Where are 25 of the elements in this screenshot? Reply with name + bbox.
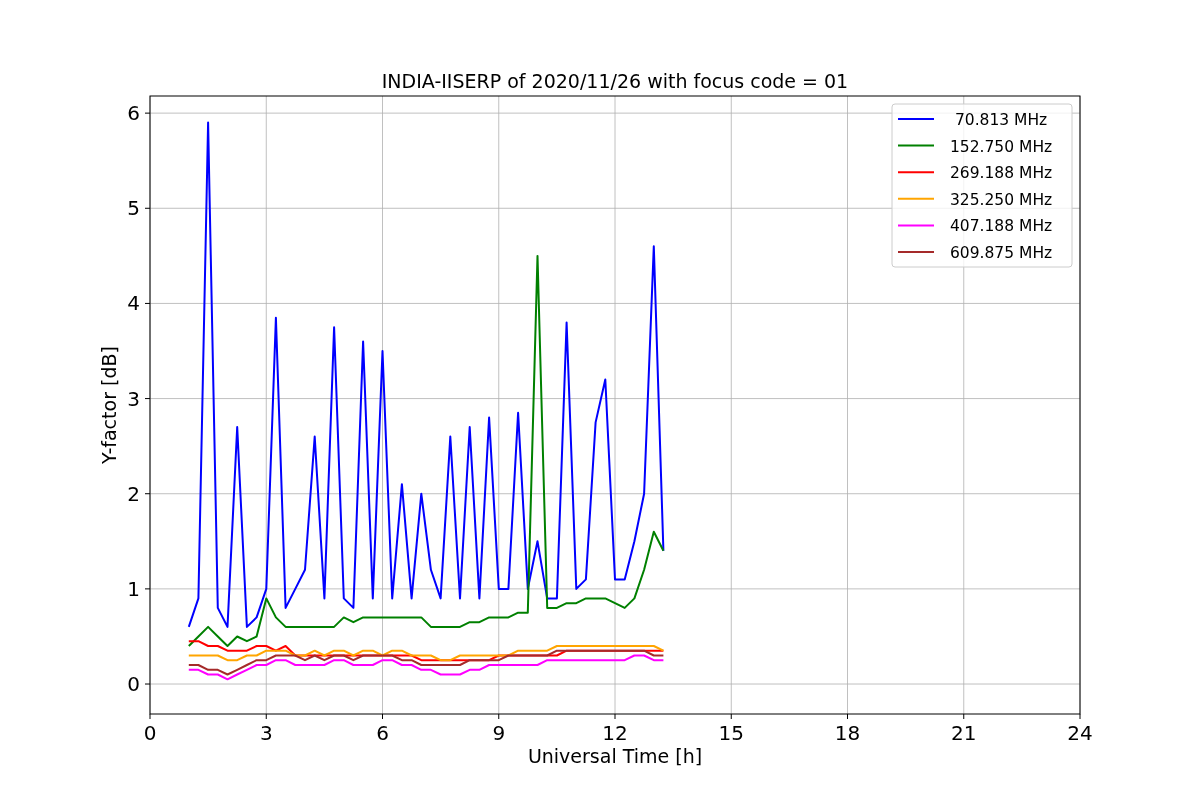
legend-label: 325.250 MHz — [950, 190, 1053, 209]
tick-label: 12 — [602, 721, 628, 745]
axis-label: Universal Time [h] — [527, 745, 703, 767]
tick-label: 4 — [127, 291, 140, 316]
tick-label: 0 — [127, 672, 140, 697]
legend-label: 70.813 MHz — [954, 111, 1048, 129]
legend-label: 407.188 MHz — [950, 217, 1053, 236]
legend-label: 609.875 MHz — [950, 244, 1053, 262]
tick-label: 5 — [127, 196, 140, 221]
axis-label: Y-factor [dB] — [98, 346, 120, 464]
legend-label: 269.188 MHz — [950, 164, 1053, 183]
chart-title: INDIA-IISERP of 2020/11/26 with focus code = 01 — [381, 70, 849, 92]
tick-label: 6 — [127, 101, 140, 126]
tick-label: 21 — [951, 721, 977, 745]
tick-label: 15 — [718, 721, 744, 745]
tick-label: 3 — [127, 386, 140, 411]
tick-label: 9 — [492, 721, 506, 745]
tick-label: 2 — [127, 481, 140, 506]
legend-label: 152.750 MHz — [950, 137, 1053, 156]
tick-label: 0 — [143, 721, 157, 745]
tick-label: 18 — [834, 721, 861, 745]
tick-label: 6 — [376, 721, 389, 745]
tick-label: 24 — [1067, 721, 1093, 745]
tick-label: 3 — [259, 721, 273, 745]
tick-label: 1 — [127, 576, 140, 601]
